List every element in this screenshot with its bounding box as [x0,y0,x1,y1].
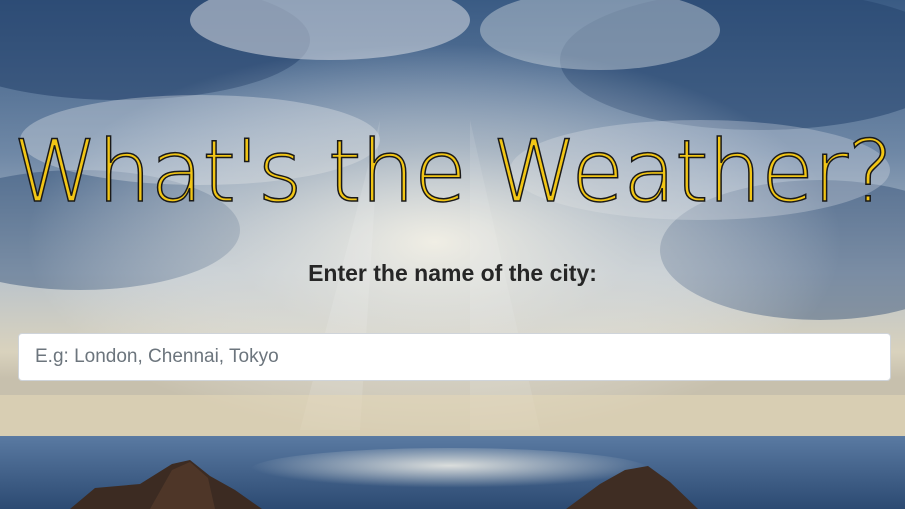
background-landscape [0,0,905,509]
city-search-input[interactable] [18,333,891,381]
city-prompt-label: Enter the name of the city: [308,260,597,286]
page-title: What's the Weather? [12,121,893,223]
